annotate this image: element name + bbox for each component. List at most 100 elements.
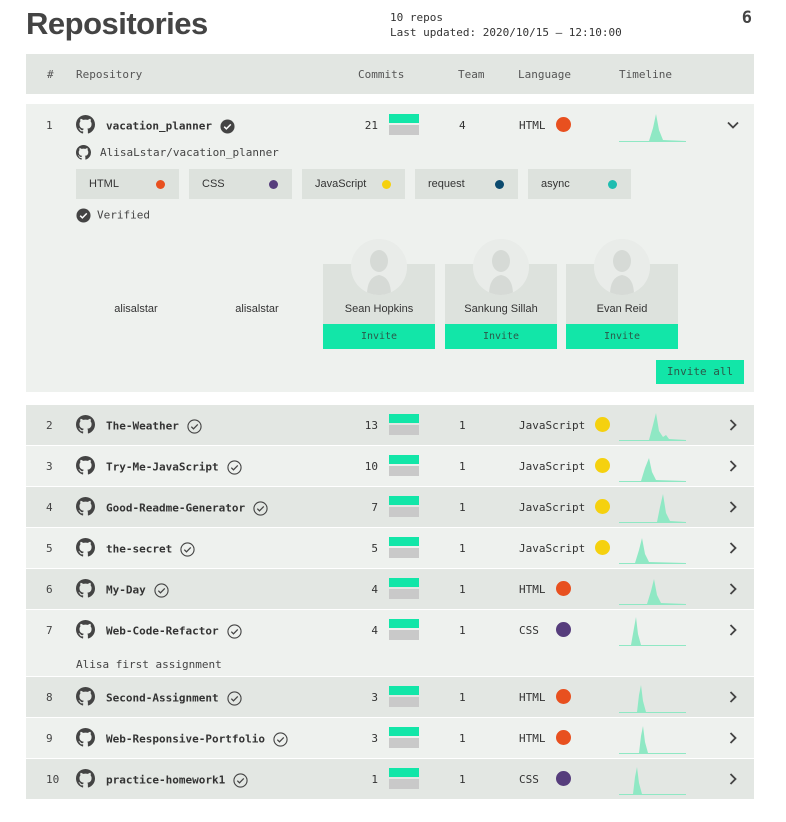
team-count: 1 <box>459 732 466 745</box>
table-row[interactable]: 6 My-Day 4 1 HTML <box>26 569 754 609</box>
commit-count: 3 <box>371 691 378 704</box>
repo-name[interactable]: vacation_planner <box>106 119 235 134</box>
invitee-card: Evan Reid Invite <box>566 239 678 349</box>
repo-name[interactable]: Try-Me-JavaScript <box>106 460 242 475</box>
language-label: JavaScript <box>519 460 586 473</box>
team-count: 1 <box>459 542 466 555</box>
invite-button[interactable]: Invite <box>566 324 678 349</box>
col-timeline: Timeline <box>619 68 672 81</box>
chevron-right-icon[interactable] <box>726 418 740 432</box>
verified-status: Verified <box>76 208 150 223</box>
language-dot <box>595 458 610 473</box>
page-header: Repositories 10 repos Last updated: 2020… <box>26 6 754 50</box>
team-count: 4 <box>459 119 466 132</box>
timeline-sparkline <box>619 494 686 523</box>
invitee-card: Sankung Sillah Invite <box>445 239 557 349</box>
commit-bar <box>389 727 419 748</box>
timeline-sparkline <box>619 726 686 754</box>
expanded-repo-row[interactable]: 1 vacation_planner 21 4 HTML AlisaLstar/… <box>26 104 754 392</box>
table-row[interactable]: 4 Good-Readme-Generator 7 1 JavaScript <box>26 487 754 527</box>
language-dot <box>556 622 571 637</box>
table-row[interactable]: 3 Try-Me-JavaScript 10 1 JavaScript <box>26 446 754 486</box>
github-icon <box>76 687 95 706</box>
row-number: 10 <box>46 773 60 786</box>
row-number: 3 <box>46 460 53 473</box>
chevron-right-icon[interactable] <box>726 541 740 555</box>
commit-bar <box>389 537 419 558</box>
check-circle-icon <box>273 732 288 747</box>
repo-name[interactable]: practice-homework1 <box>106 773 248 788</box>
repo-name[interactable]: The-Weather <box>106 419 202 434</box>
row-number: 6 <box>46 583 53 596</box>
language-dot <box>556 581 571 596</box>
team-count: 1 <box>459 460 466 473</box>
invitee-name: Sean Hopkins <box>344 303 414 315</box>
github-icon <box>76 538 95 557</box>
invitee-name: Evan Reid <box>596 303 648 315</box>
chevron-right-icon[interactable] <box>726 500 740 514</box>
language-tag: HTML <box>76 169 179 199</box>
invite-button[interactable]: Invite <box>323 324 435 349</box>
col-repository[interactable]: Repository <box>76 68 142 81</box>
col-commits[interactable]: Commits <box>358 68 404 81</box>
commit-count: 21 <box>364 119 378 132</box>
language-label: HTML <box>519 583 546 596</box>
language-dot <box>556 730 571 745</box>
timeline-sparkline <box>619 617 686 646</box>
repo-name[interactable]: Good-Readme-Generator <box>106 501 268 516</box>
chevron-right-icon[interactable] <box>726 582 740 596</box>
team-count: 1 <box>459 419 466 432</box>
invite-button[interactable]: Invite <box>445 324 557 349</box>
timeline-sparkline <box>619 458 686 482</box>
repo-name[interactable]: Second-Assignment <box>106 691 242 706</box>
table-row[interactable]: 10 practice-homework1 1 1 CSS <box>26 759 754 799</box>
table-row[interactable]: 2 The-Weather 13 1 JavaScript <box>26 405 754 445</box>
language-tag: JavaScript <box>302 169 405 199</box>
table-row[interactable]: 5 the-secret 5 1 JavaScript <box>26 528 754 568</box>
table-row[interactable]: 8 Second-Assignment 3 1 HTML <box>26 677 754 717</box>
table-row[interactable]: 9 Web-Responsive-Portfolio 3 1 HTML <box>26 718 754 758</box>
repo-full-name[interactable]: AlisaLstar/vacation_planner <box>100 146 279 159</box>
language-label: CSS <box>519 624 539 637</box>
language-label: HTML <box>519 691 546 704</box>
chevron-right-icon[interactable] <box>726 772 740 786</box>
count-badge: 6 <box>741 8 752 28</box>
chevron-right-icon[interactable] <box>726 623 740 637</box>
table-row[interactable]: 7 Web-Code-Refactor 4 1 CSS Alisa first … <box>26 610 754 676</box>
team-count: 1 <box>459 691 466 704</box>
col-num: # <box>47 68 54 81</box>
chevron-right-icon[interactable] <box>726 459 740 473</box>
commit-bar <box>389 578 419 599</box>
team-count: 1 <box>459 773 466 786</box>
avatar <box>473 239 529 295</box>
invite-all-button[interactable]: Invite all <box>656 360 744 384</box>
chevron-down-icon[interactable] <box>726 118 740 132</box>
timeline-sparkline <box>619 413 686 441</box>
commit-count: 3 <box>371 732 378 745</box>
topic-tag: request <box>415 169 518 199</box>
chevron-right-icon[interactable] <box>726 690 740 704</box>
check-circle-icon <box>154 583 169 598</box>
repo-name[interactable]: Web-Responsive-Portfolio <box>106 732 288 747</box>
team-count: 1 <box>459 583 466 596</box>
github-icon <box>76 728 95 747</box>
topic-tag: async <box>528 169 631 199</box>
repo-name[interactable]: Web-Code-Refactor <box>106 624 242 639</box>
repo-name[interactable]: the-secret <box>106 542 195 557</box>
col-language[interactable]: Language <box>518 68 571 81</box>
github-icon <box>76 497 95 516</box>
language-label: JavaScript <box>519 501 586 514</box>
last-updated-text: Last updated: 2020/10/15 — 12:10:00 <box>390 26 622 39</box>
github-icon <box>76 769 95 788</box>
owner-name: alisalstar <box>235 303 279 315</box>
repo-name[interactable]: My-Day <box>106 583 169 598</box>
commit-count: 5 <box>371 542 378 555</box>
language-dot <box>556 771 571 786</box>
language-label: HTML <box>519 119 546 132</box>
chevron-right-icon[interactable] <box>726 731 740 745</box>
col-team[interactable]: Team <box>458 68 485 81</box>
owner-name: alisalstar <box>114 303 158 315</box>
commit-bar <box>389 414 419 435</box>
timeline-sparkline <box>619 685 686 713</box>
verified-check-icon <box>76 208 91 223</box>
